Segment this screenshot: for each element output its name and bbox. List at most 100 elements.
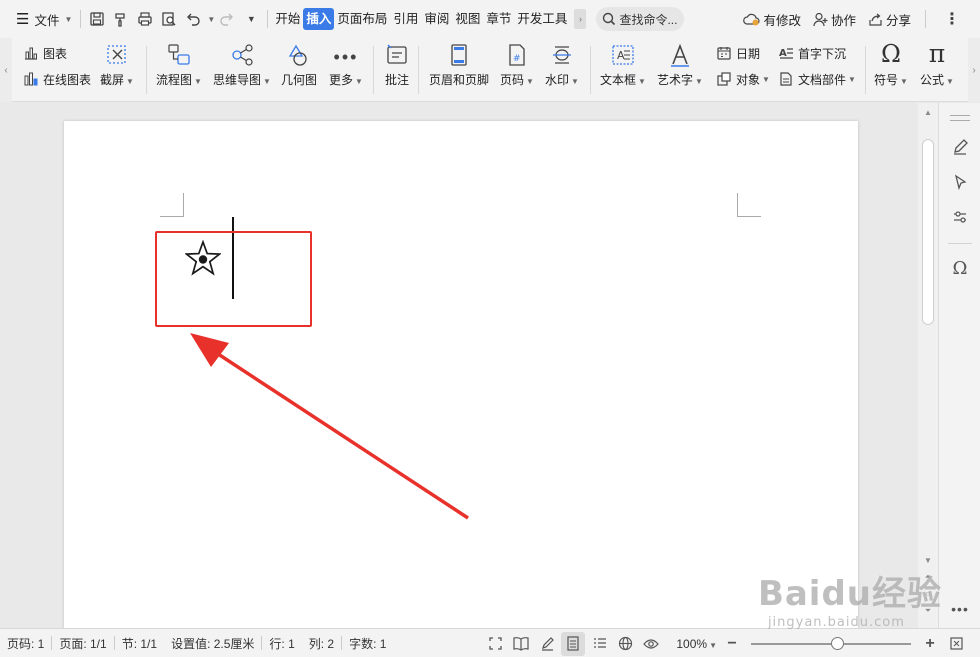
tab-review[interactable]: 审阅 — [421, 8, 452, 30]
zoom-level[interactable]: 100% ▼ — [674, 637, 719, 651]
docparts-icon — [777, 70, 795, 88]
search-command-box[interactable]: 查找命令... — [596, 7, 685, 31]
tab-insert[interactable]: 插入 — [303, 8, 335, 30]
mindmap-icon — [229, 42, 255, 68]
chart-button[interactable]: 图表 — [22, 44, 67, 62]
print-preview-icon[interactable] — [157, 7, 181, 31]
status-row[interactable]: 行: 1 — [262, 635, 301, 652]
status-pages[interactable]: 页面: 1/1 — [52, 635, 113, 652]
zoom-in-icon[interactable]: + — [918, 632, 942, 656]
reading-mode-icon[interactable] — [509, 632, 533, 656]
watermark-button[interactable]: 水印 ▼ — [545, 42, 579, 88]
format-painter-icon[interactable] — [109, 7, 133, 31]
comment-label: 批注 — [384, 73, 409, 87]
date-label: 日期 — [736, 46, 761, 61]
formula-dropdown-icon: ▼ — [946, 77, 954, 86]
ribbon-scroll-left-icon[interactable]: ‹ — [0, 38, 12, 102]
tab-view[interactable]: 视图 — [452, 8, 483, 30]
print-icon[interactable] — [133, 7, 157, 31]
object-icon — [715, 70, 733, 88]
share-button[interactable]: 分享 — [864, 7, 915, 31]
redo-icon[interactable] — [215, 7, 239, 31]
eye-protection-icon[interactable] — [639, 632, 663, 656]
select-cursor-icon[interactable] — [948, 170, 972, 194]
status-setting-value[interactable]: 设置值: 2.5厘米 — [164, 635, 261, 652]
object-button[interactable]: 对象 ▼ — [715, 70, 770, 88]
flowchart-label: 流程图 — [156, 73, 193, 87]
hamburger-icon: ☰ — [16, 11, 30, 28]
more-dropdown-icon: ▼ — [355, 77, 363, 86]
search-command-label: 查找命令... — [619, 12, 678, 27]
write-mode-icon[interactable] — [535, 632, 559, 656]
textbox-button[interactable]: A 文本框 ▼ — [600, 42, 646, 88]
wordart-label: 艺术字 — [657, 73, 694, 87]
tabs-scroll-right-icon[interactable]: › — [574, 9, 587, 29]
page-number-dropdown-icon: ▼ — [526, 77, 534, 86]
wordart-button[interactable]: 艺术字 ▼ — [657, 42, 703, 88]
flowchart-button[interactable]: 流程图 ▼ — [156, 42, 202, 88]
zoom-slider[interactable] — [751, 636, 911, 650]
mindmap-button[interactable]: 思维导图 ▼ — [213, 42, 271, 88]
file-menu-button[interactable]: ☰ 文件 ▼ — [12, 7, 76, 31]
vertical-scrollbar[interactable]: ▲ ▼ ⏶ ○ ⏷ — [918, 103, 938, 628]
zoom-out-icon[interactable]: − — [720, 632, 744, 656]
screenshot-dropdown-icon: ▼ — [126, 77, 134, 86]
web-view-icon[interactable] — [613, 632, 637, 656]
fullscreen-icon[interactable] — [483, 632, 507, 656]
symbol-panel-icon[interactable]: Ω — [948, 256, 972, 280]
properties-sliders-icon[interactable] — [948, 205, 972, 229]
document-page[interactable] — [64, 121, 858, 628]
textbox-icon: A — [610, 42, 636, 68]
tab-page-layout[interactable]: 页面布局 — [334, 8, 390, 30]
collaborate-label: 协作 — [830, 13, 856, 28]
status-section[interactable]: 节: 1/1 — [115, 635, 164, 652]
annotation-highlight-box — [155, 231, 312, 327]
save-icon[interactable] — [85, 7, 109, 31]
status-word-count[interactable]: 字数: 1 — [342, 635, 393, 652]
modified-status-button[interactable]: 有修改 — [739, 7, 805, 31]
online-chart-button[interactable]: 在线图表 — [22, 70, 91, 88]
docparts-button[interactable]: 文档部件 ▼ — [777, 70, 856, 88]
undo-dropdown-icon[interactable]: ▼ — [207, 15, 215, 24]
collaborate-button[interactable]: 协作 — [809, 7, 860, 31]
online-chart-label: 在线图表 — [43, 72, 92, 87]
status-column[interactable]: 列: 2 — [302, 635, 341, 652]
panel-collapse-handle[interactable] — [950, 115, 970, 121]
margin-corner-top-left — [160, 193, 184, 217]
header-footer-button[interactable]: 页眉和页脚 — [429, 42, 489, 88]
ribbon-scroll-right-icon[interactable]: › — [968, 38, 980, 102]
header-footer-icon — [446, 42, 472, 68]
comment-button[interactable]: 批注 — [384, 42, 410, 88]
tab-references[interactable]: 引用 — [390, 8, 421, 30]
tab-chapter[interactable]: 章节 — [483, 8, 514, 30]
fit-window-icon[interactable] — [944, 632, 968, 656]
watermark-icon — [549, 42, 575, 68]
zoom-slider-knob[interactable] — [830, 636, 844, 650]
tab-home[interactable]: 开始 — [272, 8, 303, 30]
formula-button[interactable]: π 公式 ▼ — [920, 39, 954, 88]
status-page-number[interactable]: 页码: 1 — [0, 635, 51, 652]
page-number-button[interactable]: # 页码 ▼ — [500, 42, 534, 88]
undo-icon[interactable] — [181, 7, 205, 31]
symbol-button[interactable]: Ω 符号 ▼ — [874, 40, 908, 88]
pi-icon: π — [928, 39, 946, 68]
more-dots-icon: ••• — [333, 47, 359, 67]
outline-view-icon[interactable] — [587, 632, 611, 656]
more-options-icon[interactable]: ⋮ — [940, 7, 964, 31]
pen-edit-icon[interactable] — [948, 135, 972, 159]
scroll-up-icon[interactable]: ▲ — [918, 107, 938, 119]
dropcap-button[interactable]: A 首字下沉 — [777, 44, 846, 62]
modified-status-label: 有修改 — [763, 13, 801, 28]
scrollbar-thumb[interactable] — [922, 139, 934, 325]
screenshot-button[interactable]: 截屏 ▼ — [100, 42, 134, 88]
date-button[interactable]: 日期 — [715, 44, 760, 62]
panel-more-icon[interactable]: ••• — [948, 597, 972, 621]
quick-access-more-icon[interactable]: ▼ — [239, 7, 263, 31]
page-number-label: 页码 — [500, 73, 525, 87]
more-button[interactable]: ••• 更多 ▼ — [329, 42, 363, 88]
tab-developer[interactable]: 开发工具 — [514, 8, 570, 30]
svg-text:#: # — [513, 54, 521, 64]
shapes-icon — [286, 42, 312, 68]
page-view-icon[interactable] — [561, 631, 586, 656]
geometry-button[interactable]: 几何图 — [281, 42, 317, 88]
